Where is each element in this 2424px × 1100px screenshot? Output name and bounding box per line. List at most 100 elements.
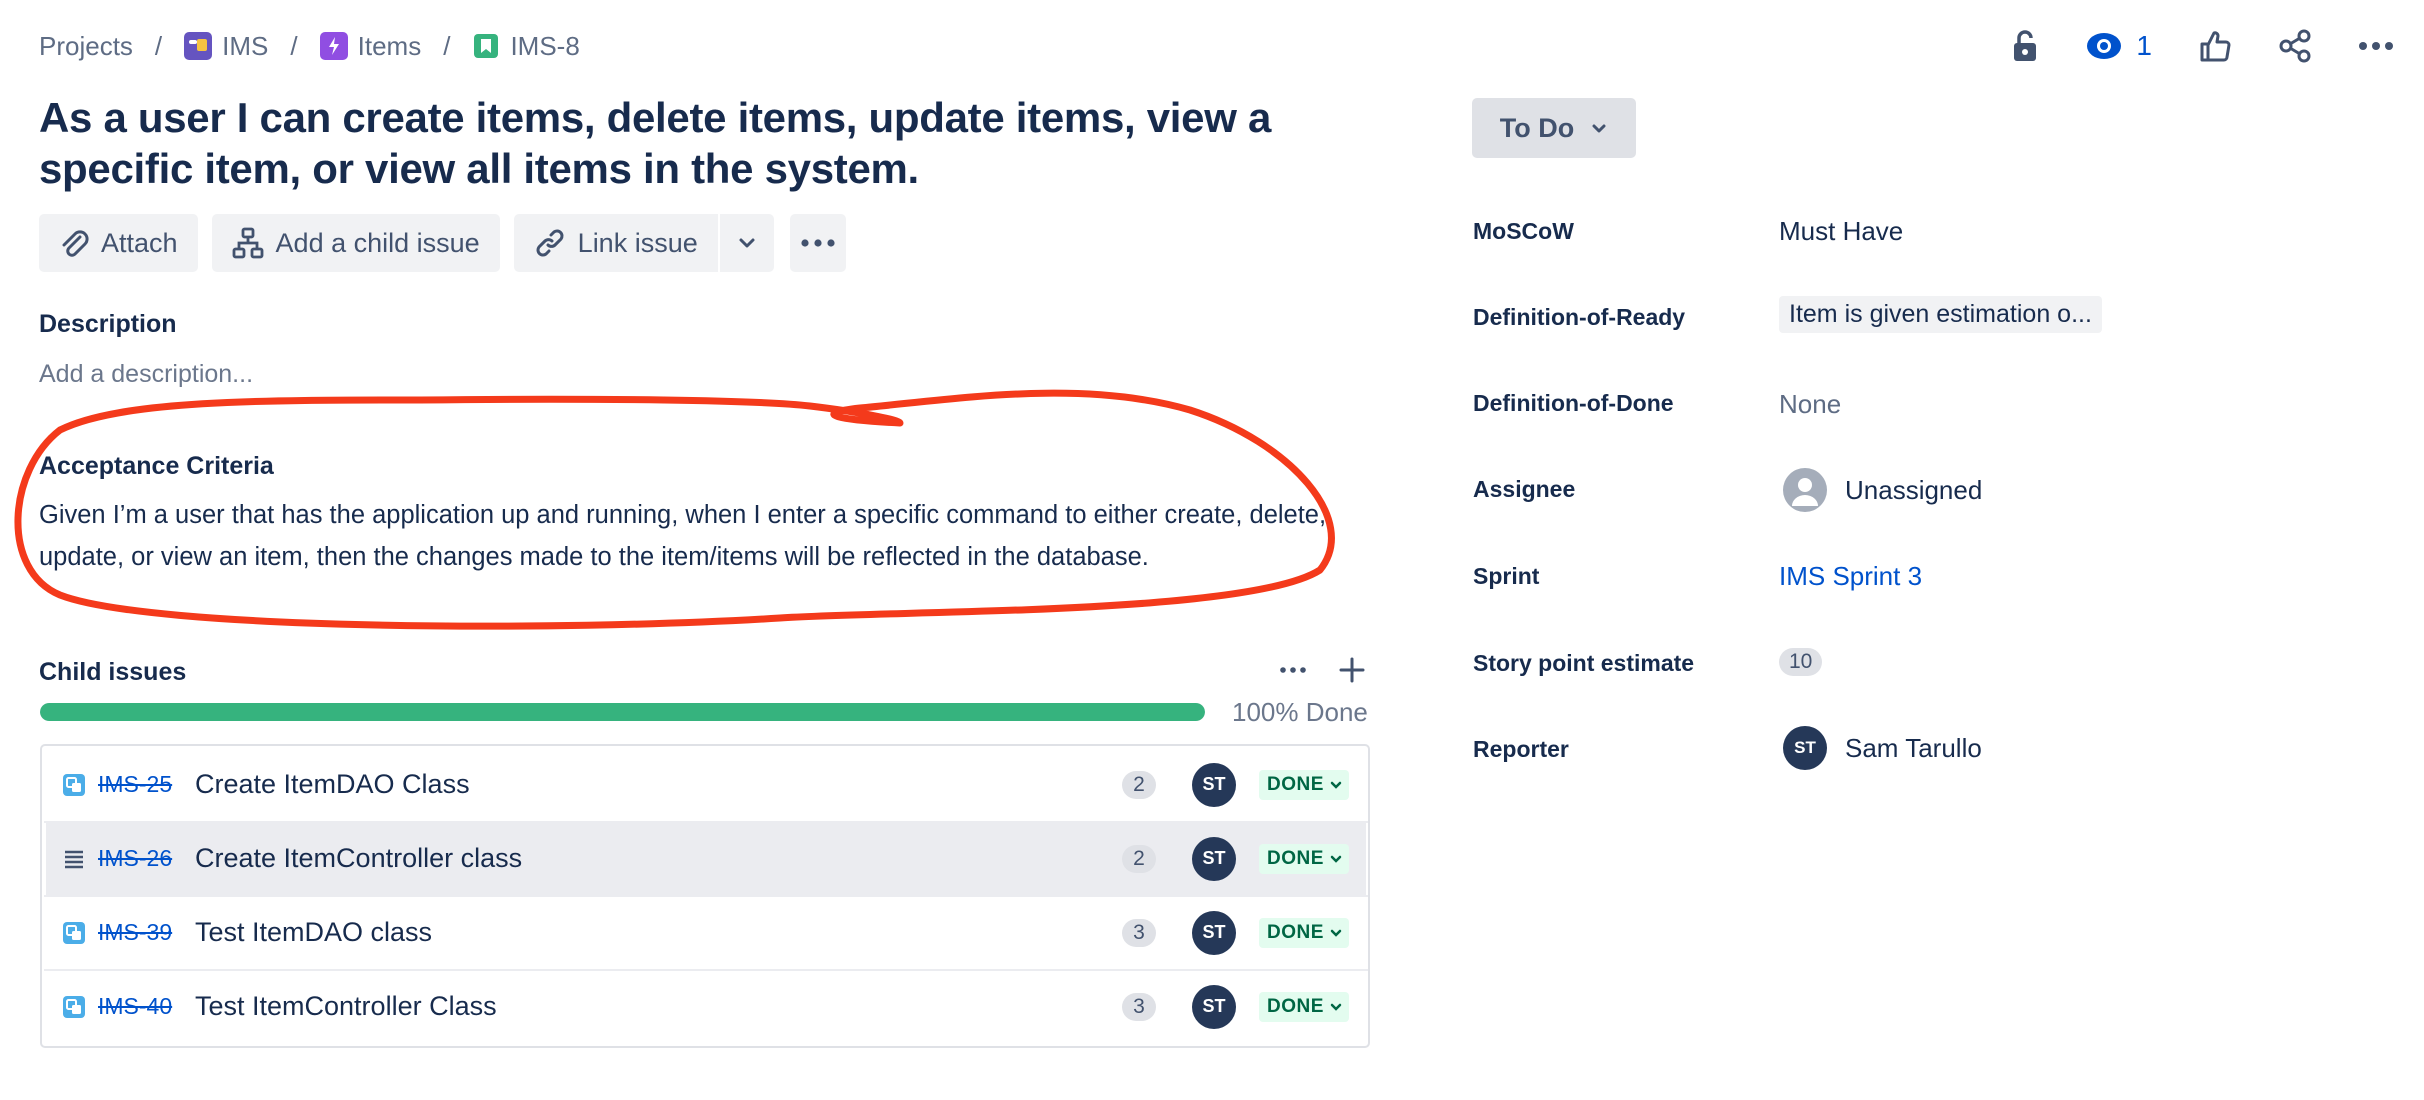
unassigned-avatar-icon bbox=[1783, 468, 1827, 512]
status-dropdown[interactable]: DONE bbox=[1259, 991, 1349, 1022]
breadcrumb-project[interactable]: IMS bbox=[184, 31, 268, 62]
assignee-label: Assignee bbox=[1473, 476, 1576, 502]
child-issue-key[interactable]: IMS-40 bbox=[98, 993, 172, 1020]
assignee-field[interactable]: Unassigned bbox=[1783, 468, 1982, 512]
story-points-badge: 2 bbox=[1122, 844, 1156, 873]
assignee-avatar[interactable]: ST bbox=[1192, 984, 1236, 1029]
story-point-estimate-label: Story point estimate bbox=[1473, 650, 1695, 676]
watch-button[interactable]: 1 bbox=[2086, 30, 2152, 62]
child-issues-actions bbox=[1280, 656, 1366, 684]
status-label: DONE bbox=[1267, 773, 1324, 795]
progress-fill bbox=[40, 703, 1205, 721]
chevron-down-icon bbox=[1592, 124, 1606, 133]
child-issue-summary[interactable]: Create ItemDAO Class bbox=[195, 769, 470, 800]
breadcrumb: Projects / IMS / Items / IMS-8 bbox=[39, 28, 580, 64]
child-issues-list: IMS-25 Create ItemDAO Class 2 ST DONE IM… bbox=[40, 744, 1370, 1048]
link-issue-dropdown[interactable] bbox=[719, 214, 774, 272]
issue-title[interactable]: As a user I can create items, delete ite… bbox=[39, 92, 1299, 194]
reporter-label: Reporter bbox=[1473, 736, 1569, 762]
story-point-estimate-value: 10 bbox=[1779, 648, 1823, 676]
story-icon bbox=[472, 32, 501, 60]
breadcrumb-issue[interactable]: IMS-8 bbox=[472, 31, 580, 62]
link-issue-button[interactable]: Link issue bbox=[513, 214, 718, 272]
reporter-value: Sam Tarullo bbox=[1845, 732, 1982, 763]
definition-of-ready-label: Definition-of-Ready bbox=[1473, 304, 1686, 330]
breadcrumb-projects[interactable]: Projects bbox=[39, 31, 133, 62]
plus-icon[interactable] bbox=[1338, 656, 1366, 684]
child-issue-key[interactable]: IMS-26 bbox=[98, 845, 172, 872]
child-issue-key[interactable]: IMS-25 bbox=[98, 771, 172, 798]
attach-label: Attach bbox=[101, 227, 178, 258]
child-issues-progress-bar bbox=[40, 703, 1205, 721]
assignee-avatar[interactable]: ST bbox=[1192, 836, 1236, 881]
child-issue-summary[interactable]: Create ItemController class bbox=[195, 843, 522, 874]
breadcrumb-issue-label[interactable]: IMS-8 bbox=[510, 31, 579, 62]
child-issue-summary[interactable]: Test ItemDAO class bbox=[195, 917, 432, 948]
red-annotation-circle bbox=[14, 389, 1335, 630]
assignee-avatar[interactable]: ST bbox=[1192, 762, 1236, 807]
chevron-down-icon bbox=[1330, 929, 1342, 937]
status-dropdown[interactable]: DONE bbox=[1259, 769, 1349, 800]
project-avatar-icon bbox=[184, 32, 213, 60]
child-issues-heading: Child issues bbox=[39, 658, 187, 686]
story-point-estimate-field[interactable]: 10 bbox=[1779, 648, 1823, 676]
sprint-label: Sprint bbox=[1473, 563, 1540, 589]
status-label: DONE bbox=[1267, 921, 1324, 943]
lock-icon[interactable] bbox=[2010, 29, 2040, 63]
definition-of-ready-field[interactable]: Item is given estimation o... bbox=[1779, 296, 2102, 333]
thumbs-up-icon[interactable] bbox=[2198, 29, 2232, 63]
definition-of-done-label: Definition-of-Done bbox=[1473, 390, 1674, 416]
definition-of-done-value[interactable]: None bbox=[1779, 389, 1841, 420]
child-issue-key[interactable]: IMS-39 bbox=[98, 919, 172, 946]
status-transition-label: To Do bbox=[1499, 112, 1575, 143]
toolbar-more-button[interactable] bbox=[789, 214, 846, 272]
reporter-field[interactable]: ST Sam Tarullo bbox=[1783, 726, 1982, 770]
subtask-icon bbox=[63, 773, 85, 796]
status-transition-button[interactable]: To Do bbox=[1472, 98, 1636, 158]
moscow-label: MoSCoW bbox=[1473, 218, 1574, 244]
moscow-value[interactable]: Must Have bbox=[1779, 216, 1903, 247]
link-icon bbox=[536, 229, 564, 257]
add-child-issue-button[interactable]: Add a child issue bbox=[211, 214, 500, 272]
more-icon[interactable] bbox=[2358, 41, 2394, 51]
breadcrumb-project-label[interactable]: IMS bbox=[222, 31, 268, 62]
issue-header-actions: 1 bbox=[2010, 20, 2394, 72]
description-heading: Description bbox=[39, 310, 177, 338]
drag-handle-icon[interactable] bbox=[62, 847, 86, 871]
status-dropdown[interactable]: DONE bbox=[1259, 843, 1349, 874]
reporter-avatar: ST bbox=[1783, 726, 1827, 770]
issue-toolbar: Attach Add a child issue Link issue bbox=[39, 214, 846, 272]
chevron-down-icon bbox=[739, 238, 755, 248]
child-issue-row[interactable]: IMS-25 Create ItemDAO Class 2 ST DONE bbox=[46, 748, 1366, 821]
attach-button[interactable]: Attach bbox=[39, 214, 198, 272]
eye-icon bbox=[2087, 33, 2122, 59]
more-icon[interactable] bbox=[1280, 667, 1306, 673]
sprint-value[interactable]: IMS Sprint 3 bbox=[1779, 561, 1922, 592]
breadcrumb-separator: / bbox=[290, 30, 298, 61]
epic-icon bbox=[319, 32, 348, 60]
watch-count: 1 bbox=[2136, 30, 2152, 61]
more-icon bbox=[801, 239, 835, 247]
child-issue-row[interactable]: IMS-40 Test ItemController Class 3 ST DO… bbox=[46, 970, 1366, 1043]
assignee-value: Unassigned bbox=[1845, 474, 1983, 505]
breadcrumb-epic-label[interactable]: Items bbox=[358, 31, 422, 62]
share-icon[interactable] bbox=[2278, 29, 2312, 63]
breadcrumb-epic[interactable]: Items bbox=[319, 31, 422, 62]
story-points-badge: 3 bbox=[1122, 992, 1156, 1021]
status-label: DONE bbox=[1267, 847, 1324, 869]
child-issue-row[interactable]: IMS-26 Create ItemController class 2 ST … bbox=[46, 822, 1366, 895]
child-issue-summary[interactable]: Test ItemController Class bbox=[195, 991, 497, 1022]
assignee-avatar[interactable]: ST bbox=[1192, 910, 1236, 955]
hierarchy-icon bbox=[232, 227, 263, 259]
story-points-badge: 2 bbox=[1122, 770, 1156, 799]
breadcrumb-separator: / bbox=[154, 30, 163, 61]
breadcrumb-projects-label[interactable]: Projects bbox=[39, 31, 133, 62]
progress-label: 100% Done bbox=[1232, 697, 1368, 727]
chevron-down-icon bbox=[1330, 1003, 1342, 1011]
link-issue-label: Link issue bbox=[577, 227, 698, 258]
add-child-label: Add a child issue bbox=[275, 227, 480, 258]
status-label: DONE bbox=[1267, 995, 1324, 1017]
status-dropdown[interactable]: DONE bbox=[1259, 917, 1349, 948]
subtask-icon bbox=[63, 921, 85, 944]
child-issue-row[interactable]: IMS-39 Test ItemDAO class 3 ST DONE bbox=[46, 896, 1366, 969]
